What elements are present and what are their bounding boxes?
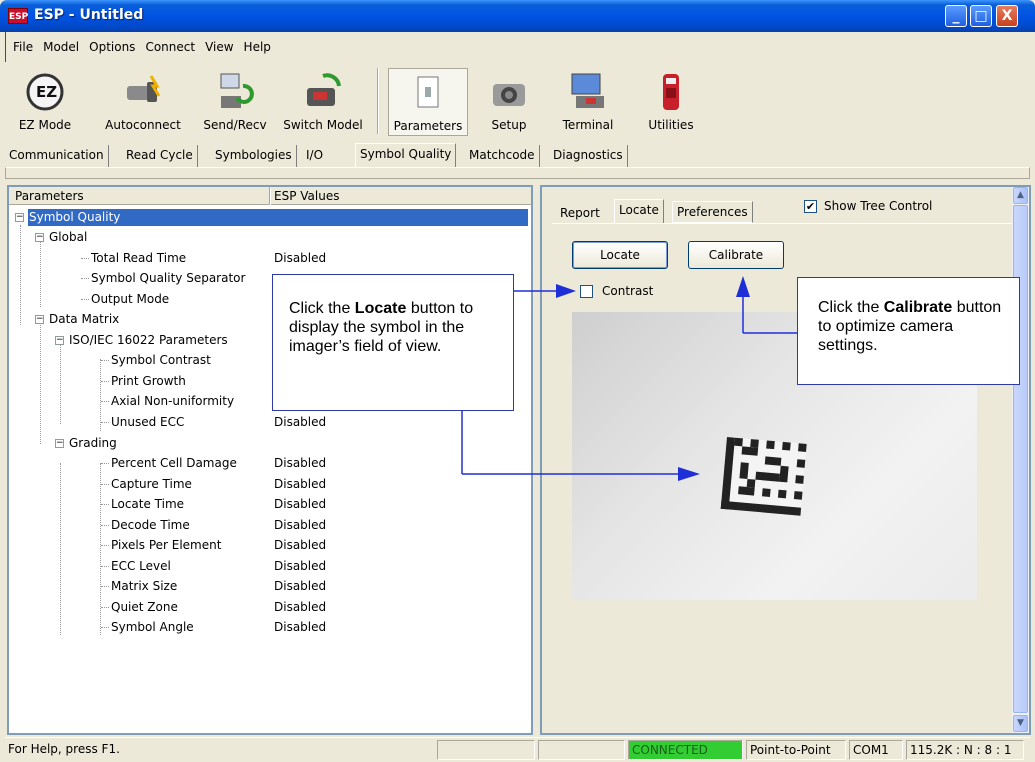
status-settings: 115.2K : N : 8 : 1 — [906, 740, 1024, 760]
status-help: For Help, press F1. — [8, 742, 120, 756]
status-port: COM1 — [849, 740, 903, 760]
status-empty-1 — [437, 740, 535, 760]
status-connected: CONNECTED — [628, 740, 743, 760]
callout-arrows — [461, 276, 797, 481]
status-bar: For Help, press F1. CONNECTED Point-to-P… — [5, 737, 1030, 762]
status-mode: Point-to-Point — [746, 740, 846, 760]
status-empty-2 — [538, 740, 625, 760]
